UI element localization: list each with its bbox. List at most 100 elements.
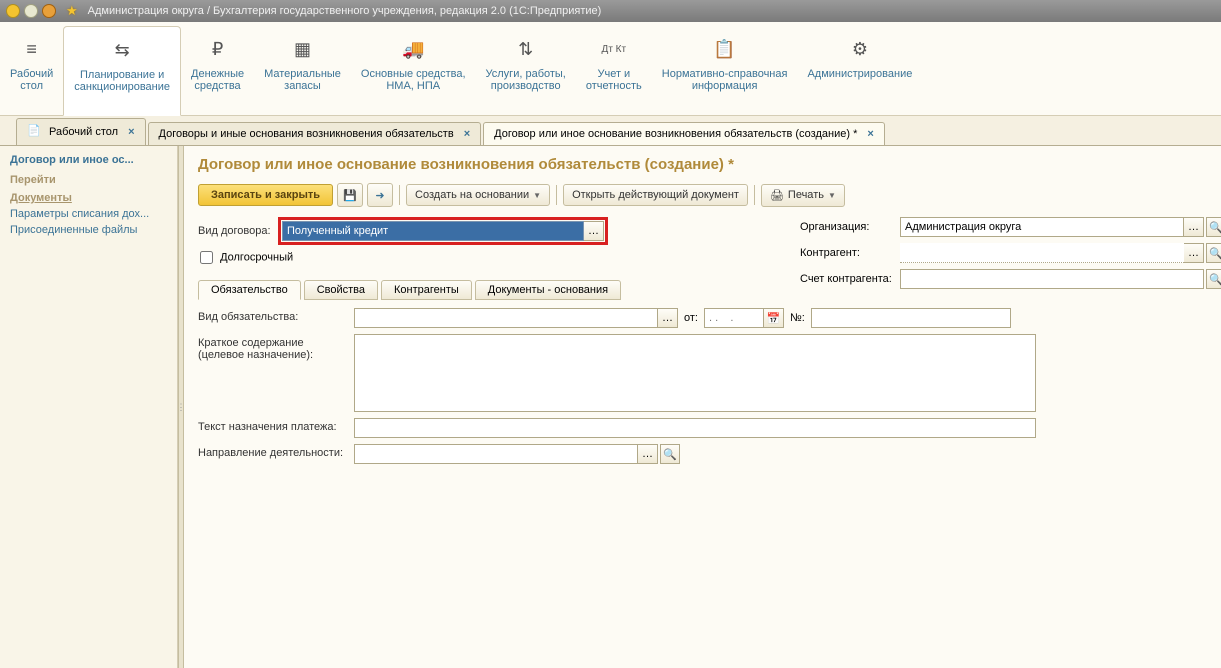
window-btn-min-icon[interactable] — [24, 4, 38, 18]
activity-label: Направление деятельности: — [198, 444, 354, 459]
from-label: от: — [684, 312, 698, 324]
open-button[interactable]: 🔍 — [1206, 217, 1221, 237]
sidebar-section-goto[interactable]: Перейти — [10, 174, 167, 186]
select-button[interactable]: … — [1184, 217, 1204, 237]
subtab-properties[interactable]: Свойства — [304, 280, 378, 300]
contract-type-input[interactable] — [282, 221, 584, 241]
tab-close-icon[interactable]: × — [128, 126, 134, 138]
select-button[interactable]: … — [584, 221, 604, 241]
diskette-icon: 💾 — [343, 189, 357, 202]
magnifier-icon: 🔍 — [1209, 221, 1221, 234]
nav-reference[interactable]: 📋Нормативно-справочная информация — [652, 26, 798, 115]
ellipsis-icon: … — [642, 448, 653, 460]
planning-icon: ⇆ — [109, 37, 135, 63]
ellipsis-icon: … — [662, 312, 673, 324]
number-label: №: — [790, 312, 805, 324]
counterparty-account-input[interactable] — [900, 269, 1204, 289]
obligation-type-label: Вид обязательства: — [198, 308, 354, 323]
sidebar-link-writeoff-params[interactable]: Параметры списания дох... — [10, 208, 167, 220]
save-close-button[interactable]: Записать и закрыть — [198, 184, 333, 206]
select-button[interactable]: … — [658, 308, 678, 328]
open-button[interactable]: 🔍 — [1206, 243, 1221, 263]
magnifier-icon: 🔍 — [1209, 273, 1221, 286]
tab-contracts-list[interactable]: Договоры и иные основания возникновения … — [148, 122, 482, 145]
printer-icon: 🖨 — [770, 189, 784, 202]
form-panel: Договор или иное основание возникновения… — [184, 146, 1221, 668]
window-btn-1c-icon[interactable] — [6, 4, 20, 18]
chevron-down-icon: ▼ — [828, 191, 836, 200]
counterparty-account-label: Счет контрагента: — [800, 273, 900, 285]
calendar-button[interactable]: 📅 — [764, 308, 784, 328]
menu-lines-icon: ≡ — [19, 36, 45, 62]
ellipsis-icon: … — [1188, 221, 1199, 233]
ellipsis-icon: … — [1188, 247, 1199, 259]
highlighted-field: … — [278, 217, 608, 245]
contract-type-label: Вид договора: — [198, 225, 278, 237]
nav-money[interactable]: ₽Денежные средства — [181, 26, 254, 115]
clipboard-icon: 📋 — [712, 36, 738, 62]
select-button[interactable]: … — [1184, 243, 1204, 263]
summary-label: Краткое содержание (целевое назначение): — [198, 334, 354, 361]
desktop-icon: 📄 — [27, 124, 43, 140]
workarea: Договор или иное ос... Перейти Документы… — [0, 146, 1221, 668]
main-menu: ≡Рабочий стол ⇆Планирование и санкционир… — [0, 22, 1221, 116]
payment-text-label: Текст назначения платежа: — [198, 418, 354, 433]
sidebar-title: Договор или иное ос... — [10, 154, 167, 166]
sliders-icon: ⇅ — [513, 36, 539, 62]
separator — [399, 185, 400, 205]
document-tabs: 📄 Рабочий стол × Договоры и иные основан… — [0, 116, 1221, 146]
chevron-down-icon: ▼ — [533, 191, 541, 200]
page-heading: Договор или иное основание возникновения… — [198, 156, 1207, 173]
activity-input[interactable] — [354, 444, 638, 464]
tab-contract-create[interactable]: Договор или иное основание возникновения… — [483, 122, 885, 145]
ruble-icon: ₽ — [205, 36, 231, 62]
magnifier-icon: 🔍 — [663, 448, 677, 461]
nav-assets[interactable]: 🚚Основные средства, НМА, НПА — [351, 26, 476, 115]
nav-planning[interactable]: ⇆Планирование и санкционирование — [63, 26, 181, 116]
create-based-on-button[interactable]: Создать на основании▼ — [406, 184, 550, 206]
ellipsis-icon: … — [588, 225, 599, 237]
organization-label: Организация: — [800, 221, 900, 233]
nav-services[interactable]: ⇅Услуги, работы, производство — [476, 26, 576, 115]
favorite-star-icon[interactable]: ★ — [66, 3, 78, 19]
date-input[interactable] — [704, 308, 764, 328]
counterparty-label: Контрагент: — [800, 247, 900, 259]
open-button[interactable]: 🔍 — [1206, 269, 1221, 289]
subtab-basis-documents[interactable]: Документы - основания — [475, 280, 621, 300]
separator — [754, 185, 755, 205]
nav-materials[interactable]: ▦Материальные запасы — [254, 26, 351, 115]
open-current-doc-button[interactable]: Открыть действующий документ — [563, 184, 748, 206]
sidebar: Договор или иное ос... Перейти Документы… — [0, 146, 178, 668]
subtab-counterparties[interactable]: Контрагенты — [381, 280, 472, 300]
payment-text-input[interactable] — [354, 418, 1036, 438]
post-button[interactable]: ➜ — [367, 183, 393, 207]
organization-input[interactable] — [900, 217, 1184, 237]
nav-desktop[interactable]: ≡Рабочий стол — [0, 26, 63, 115]
subtab-obligation[interactable]: Обязательство — [198, 280, 301, 300]
tab-desktop[interactable]: 📄 Рабочий стол × — [16, 118, 146, 145]
nav-accounting[interactable]: Дт КтУчет и отчетность — [576, 26, 652, 115]
print-button[interactable]: 🖨Печать▼ — [761, 184, 845, 207]
sidebar-link-attached-files[interactable]: Присоединенные файлы — [10, 224, 167, 236]
counterparty-input[interactable] — [900, 243, 1184, 263]
save-button[interactable]: 💾 — [337, 183, 363, 207]
summary-textarea[interactable] — [354, 334, 1036, 412]
tab-close-icon[interactable]: × — [464, 128, 470, 140]
form-toolbar: Записать и закрыть 💾 ➜ Создать на основа… — [198, 183, 1207, 207]
arrow-right-icon: ➜ — [375, 189, 384, 202]
open-button[interactable]: 🔍 — [660, 444, 680, 464]
longterm-checkbox[interactable] — [200, 251, 213, 264]
magnifier-icon: 🔍 — [1209, 247, 1221, 260]
boxes-icon: ▦ — [290, 36, 316, 62]
gear-icon: ⚙ — [847, 36, 873, 62]
longterm-label: Долгосрочный — [220, 251, 293, 263]
tab-close-icon[interactable]: × — [867, 128, 873, 140]
sidebar-section-documents[interactable]: Документы — [10, 192, 167, 204]
obligation-type-input[interactable] — [354, 308, 658, 328]
number-input[interactable] — [811, 308, 1011, 328]
window-btn-close-icon[interactable] — [42, 4, 56, 18]
nav-admin[interactable]: ⚙Администрирование — [797, 26, 922, 115]
window-titlebar: ★ Администрация округа / Бухгалтерия гос… — [0, 0, 1221, 22]
calendar-icon: 📅 — [767, 312, 781, 325]
select-button[interactable]: … — [638, 444, 658, 464]
